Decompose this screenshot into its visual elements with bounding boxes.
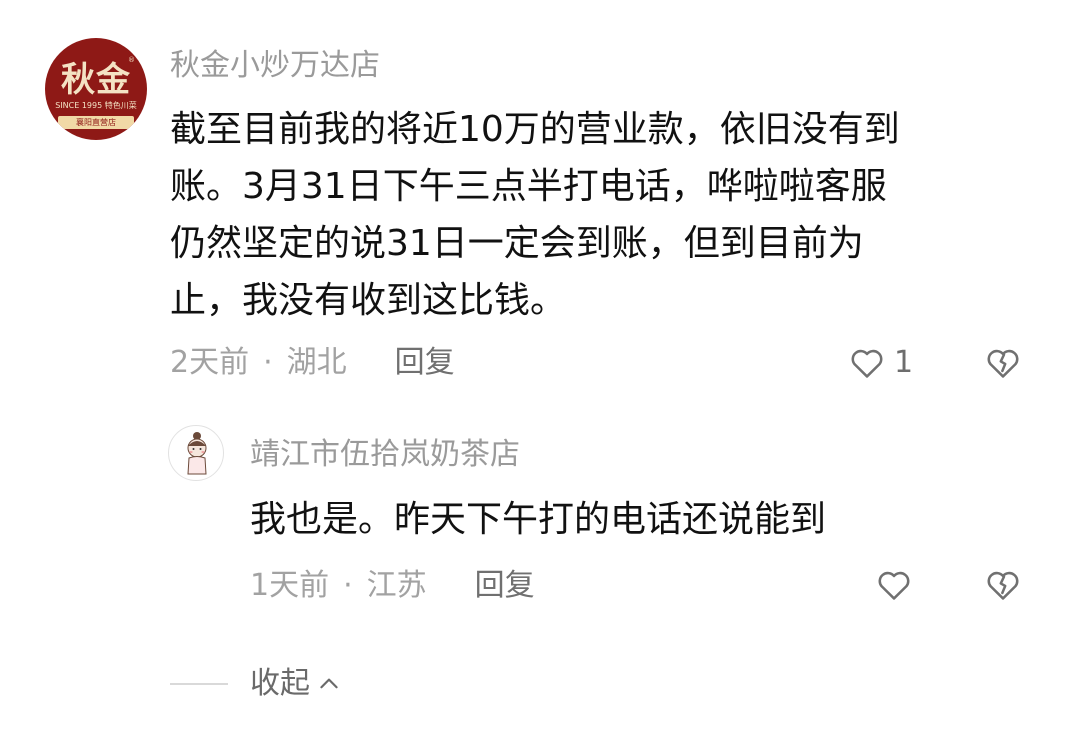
comment-author[interactable]: 秋金小炒万达店 xyxy=(170,46,380,86)
reply-avatar[interactable] xyxy=(168,425,224,481)
comment-body: 截至目前我的将近10万的营业款，依旧没有到 账。3月31日下午三点半打电话，哗啦… xyxy=(170,101,900,329)
reply-author[interactable]: 靖江市伍拾岚奶茶店 xyxy=(250,435,520,475)
collapse-label: 收起 xyxy=(250,666,310,701)
like-button[interactable]: 1 xyxy=(848,343,913,383)
avatar-registered-mark: ® xyxy=(128,56,135,64)
collapse-divider xyxy=(170,683,228,685)
avatar[interactable]: 秋金 ® SINCE 1995 特色川菜 襄阳直营店 xyxy=(45,38,147,140)
heart-icon xyxy=(875,566,913,604)
comment-time: 2天前 xyxy=(170,345,250,380)
reply-body: 我也是。昨天下午打的电话还说能到 xyxy=(250,499,827,540)
comment-location: 湖北 xyxy=(286,345,347,380)
comment-line: 止，我没有收到这比钱。 xyxy=(170,280,567,321)
meta-separator: · xyxy=(343,568,353,603)
heart-broken-icon xyxy=(984,566,1022,604)
comment-meta: 2天前 · 湖北 回复 xyxy=(170,343,455,383)
like-count: 1 xyxy=(894,345,914,380)
reply-location: 江苏 xyxy=(366,568,427,603)
avatar-since-text: SINCE 1995 特色川菜 xyxy=(55,101,137,110)
avatar-banner: 襄阳直营店 xyxy=(58,116,134,129)
chevron-up-icon xyxy=(316,671,342,697)
reply-like-button[interactable] xyxy=(875,566,913,604)
comment-line: 仍然坚定的说31日一定会到账，但到目前为 xyxy=(170,223,864,264)
comment-line: 截至目前我的将近10万的营业款，依旧没有到 xyxy=(170,109,900,150)
reply-button[interactable]: 回复 xyxy=(395,343,455,383)
meta-separator: · xyxy=(263,345,273,380)
dislike-button[interactable] xyxy=(984,344,1022,382)
heart-broken-icon xyxy=(984,344,1022,382)
comment-line: 账。3月31日下午三点半打电话，哗啦啦客服 xyxy=(170,166,887,207)
reply-time: 1天前 xyxy=(250,568,330,603)
heart-icon xyxy=(848,344,886,382)
collapse-button[interactable]: 收起 xyxy=(250,664,342,704)
reply-meta: 1天前 · 江苏 回复 xyxy=(250,566,535,606)
reply-reply-button[interactable]: 回复 xyxy=(475,566,535,606)
reply-dislike-button[interactable] xyxy=(984,566,1022,604)
